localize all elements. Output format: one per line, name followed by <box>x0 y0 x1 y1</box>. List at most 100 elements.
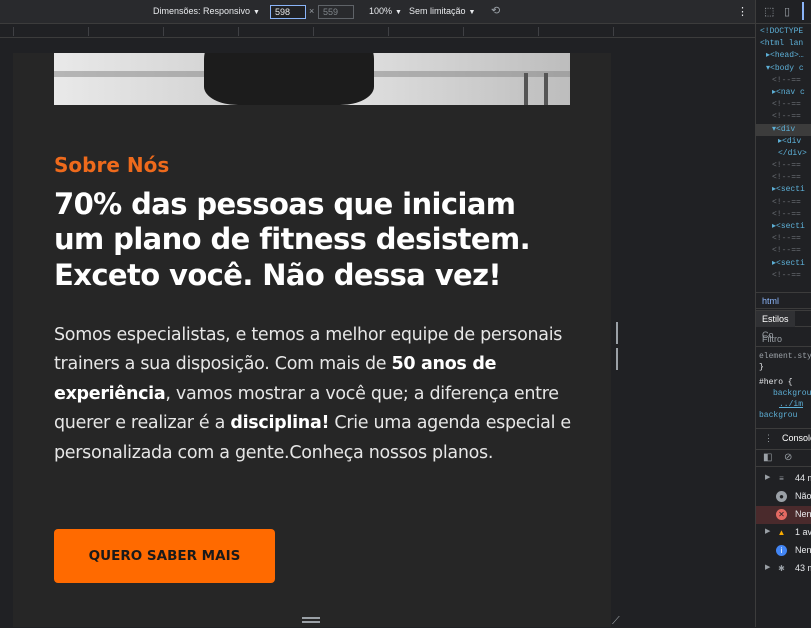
dom-node[interactable]: <!--== <box>756 111 811 123</box>
style-property[interactable]: backgrou <box>759 410 811 421</box>
style-link[interactable]: ../im <box>759 399 811 410</box>
gym-post <box>544 73 548 105</box>
zoom-dropdown[interactable]: 100% ▼ <box>369 6 402 16</box>
caret-down-icon: ▼ <box>395 9 402 16</box>
expand-arrow-icon: ▶ <box>765 564 771 571</box>
ruler-tick <box>538 27 539 36</box>
console-filter-item[interactable]: ● Não <box>756 488 811 506</box>
ruler-tick <box>463 27 464 36</box>
dom-node[interactable]: ▸<secti <box>756 221 811 233</box>
panel-separator <box>802 2 804 20</box>
ruler-tick <box>13 27 14 36</box>
person-silhouette <box>204 53 374 105</box>
resize-handle-bottom[interactable] <box>302 617 320 623</box>
expand-arrow-icon: ▶ <box>765 474 771 481</box>
dom-node[interactable]: <!--== <box>756 160 811 172</box>
console-filter-label: Não <box>795 491 811 501</box>
console-filter-item[interactable]: i Nen <box>756 542 811 560</box>
console-filter-label: Nen <box>795 545 811 555</box>
body-bold-2: disciplina! <box>230 413 330 434</box>
clear-console-icon[interactable]: ⊘ <box>784 452 792 464</box>
tab-styles[interactable]: Estilos <box>756 311 795 327</box>
styles-tab-bar: EstilosCo <box>756 310 811 340</box>
ruler-tick <box>88 27 89 36</box>
dom-tree: <!DOCTYPE <html lan ▸<head>… ▾<body c <!--==… <box>756 26 811 282</box>
breadcrumb: htmlbody <box>756 292 811 322</box>
section-kicker: Sobre Nós <box>54 153 170 177</box>
dom-node[interactable]: <!DOCTYPE <box>756 26 811 38</box>
dom-node[interactable]: <!--== <box>756 75 811 87</box>
list-icon: ≡ <box>779 474 784 483</box>
devtools-panel: ⬚ ▯ <!DOCTYPE <html lan ▸<head>… ▾<body c <!… <box>755 0 811 627</box>
height-input[interactable] <box>318 5 354 19</box>
dom-node[interactable]: <html lan <box>756 38 811 50</box>
page-preview: Sobre Nós 70% das pessoas que iniciam um… <box>13 53 611 627</box>
gym-post <box>524 73 528 105</box>
console-filter-label: 44 m <box>795 473 811 483</box>
dom-node[interactable]: <!--== <box>756 197 811 209</box>
cta-button[interactable]: QUERO SABER MAIS <box>54 529 275 583</box>
dom-node[interactable]: <!--== <box>756 270 811 282</box>
dom-node[interactable]: ▾<div <box>756 123 811 136</box>
style-property[interactable]: backgrou <box>759 388 811 399</box>
rotate-icon[interactable]: ⟲ <box>491 4 500 17</box>
media-query-ruler <box>0 25 755 38</box>
dom-node[interactable]: ▸<nav c <box>756 87 811 99</box>
dimensions-dropdown[interactable]: Dimensões: Responsivo ▼ <box>153 6 260 16</box>
tab-console[interactable]: Console <box>782 433 811 443</box>
devtools-header: ⬚ ▯ <box>756 0 811 24</box>
dom-node[interactable]: ▸<secti <box>756 184 811 196</box>
dom-node[interactable]: </div> <box>756 148 811 160</box>
resize-handle-right[interactable] <box>616 322 622 370</box>
ruler-tick <box>313 27 314 36</box>
dom-node[interactable]: ▸<div <box>756 136 811 148</box>
dom-node[interactable]: ▸<secti <box>756 258 811 270</box>
dimensions-label: Dimensões: Responsivo <box>153 6 251 16</box>
more-options-icon[interactable]: ⋮ <box>737 5 748 18</box>
device-viewport: Sobre Nós 70% das pessoas que iniciam um… <box>0 39 755 627</box>
styles-filter-input[interactable]: Filtro <box>756 331 811 347</box>
console-filter-item[interactable]: ▶ ▲ 1 av <box>756 524 811 542</box>
console-drawer-tab[interactable]: ⋮ Console <box>756 428 811 448</box>
style-selector[interactable]: #hero { <box>759 377 811 388</box>
drawer-menu-icon[interactable]: ⋮ <box>764 433 773 444</box>
styles-pane: element.sty } #hero { backgrou ../im bac… <box>759 351 811 421</box>
console-filter-item[interactable]: ▶ ≡ 44 m <box>756 470 811 488</box>
crumb-html[interactable]: html <box>756 293 785 309</box>
console-filter-label: Nen <box>795 509 811 519</box>
device-toggle-icon[interactable]: ▯ <box>784 5 790 19</box>
console-toolbar: ◧ ⊘ <box>756 449 811 467</box>
dom-node[interactable]: <!--== <box>756 172 811 184</box>
ruler-tick <box>163 27 164 36</box>
console-filter-item[interactable]: ▶ ✱ 43 m <box>756 560 811 578</box>
sidebar-toggle-icon[interactable]: ◧ <box>763 452 772 464</box>
console-filter-label: 1 av <box>795 527 811 537</box>
warning-icon: ▲ <box>777 528 786 537</box>
resize-corner-icon[interactable]: ⟋ <box>612 614 620 628</box>
ruler-tick <box>613 27 614 36</box>
expand-arrow-icon: ▶ <box>765 528 771 535</box>
dom-node[interactable]: <!--== <box>756 99 811 111</box>
style-rule: } <box>759 363 764 372</box>
inspect-icon[interactable]: ⬚ <box>764 5 774 19</box>
about-paragraph: Somos especialistas, e temos a melhor eq… <box>54 321 589 468</box>
width-input[interactable] <box>270 5 306 19</box>
error-icon: ✕ <box>776 509 787 520</box>
throttle-dropdown[interactable]: Sem limitação ▼ <box>409 6 475 16</box>
bug-icon: ✱ <box>778 564 785 573</box>
dimension-separator: × <box>309 6 315 16</box>
console-filter-label: 43 m <box>795 563 811 573</box>
dom-node[interactable]: <!--== <box>756 245 811 257</box>
dom-node[interactable]: ▸<head>… <box>756 50 811 62</box>
ruler-tick <box>238 27 239 36</box>
hero-image <box>54 53 570 105</box>
console-filter-item[interactable]: ✕ Nen <box>756 506 811 524</box>
caret-down-icon: ▼ <box>253 9 260 16</box>
dom-node[interactable]: <!--== <box>756 209 811 221</box>
dom-node[interactable]: <!--== <box>756 233 811 245</box>
page-title: 70% das pessoas que iniciam um plano de … <box>54 187 531 292</box>
user-icon: ● <box>776 491 787 502</box>
throttle-label: Sem limitação <box>409 6 466 16</box>
info-icon: i <box>776 545 787 556</box>
dom-node[interactable]: ▾<body c <box>756 63 811 75</box>
